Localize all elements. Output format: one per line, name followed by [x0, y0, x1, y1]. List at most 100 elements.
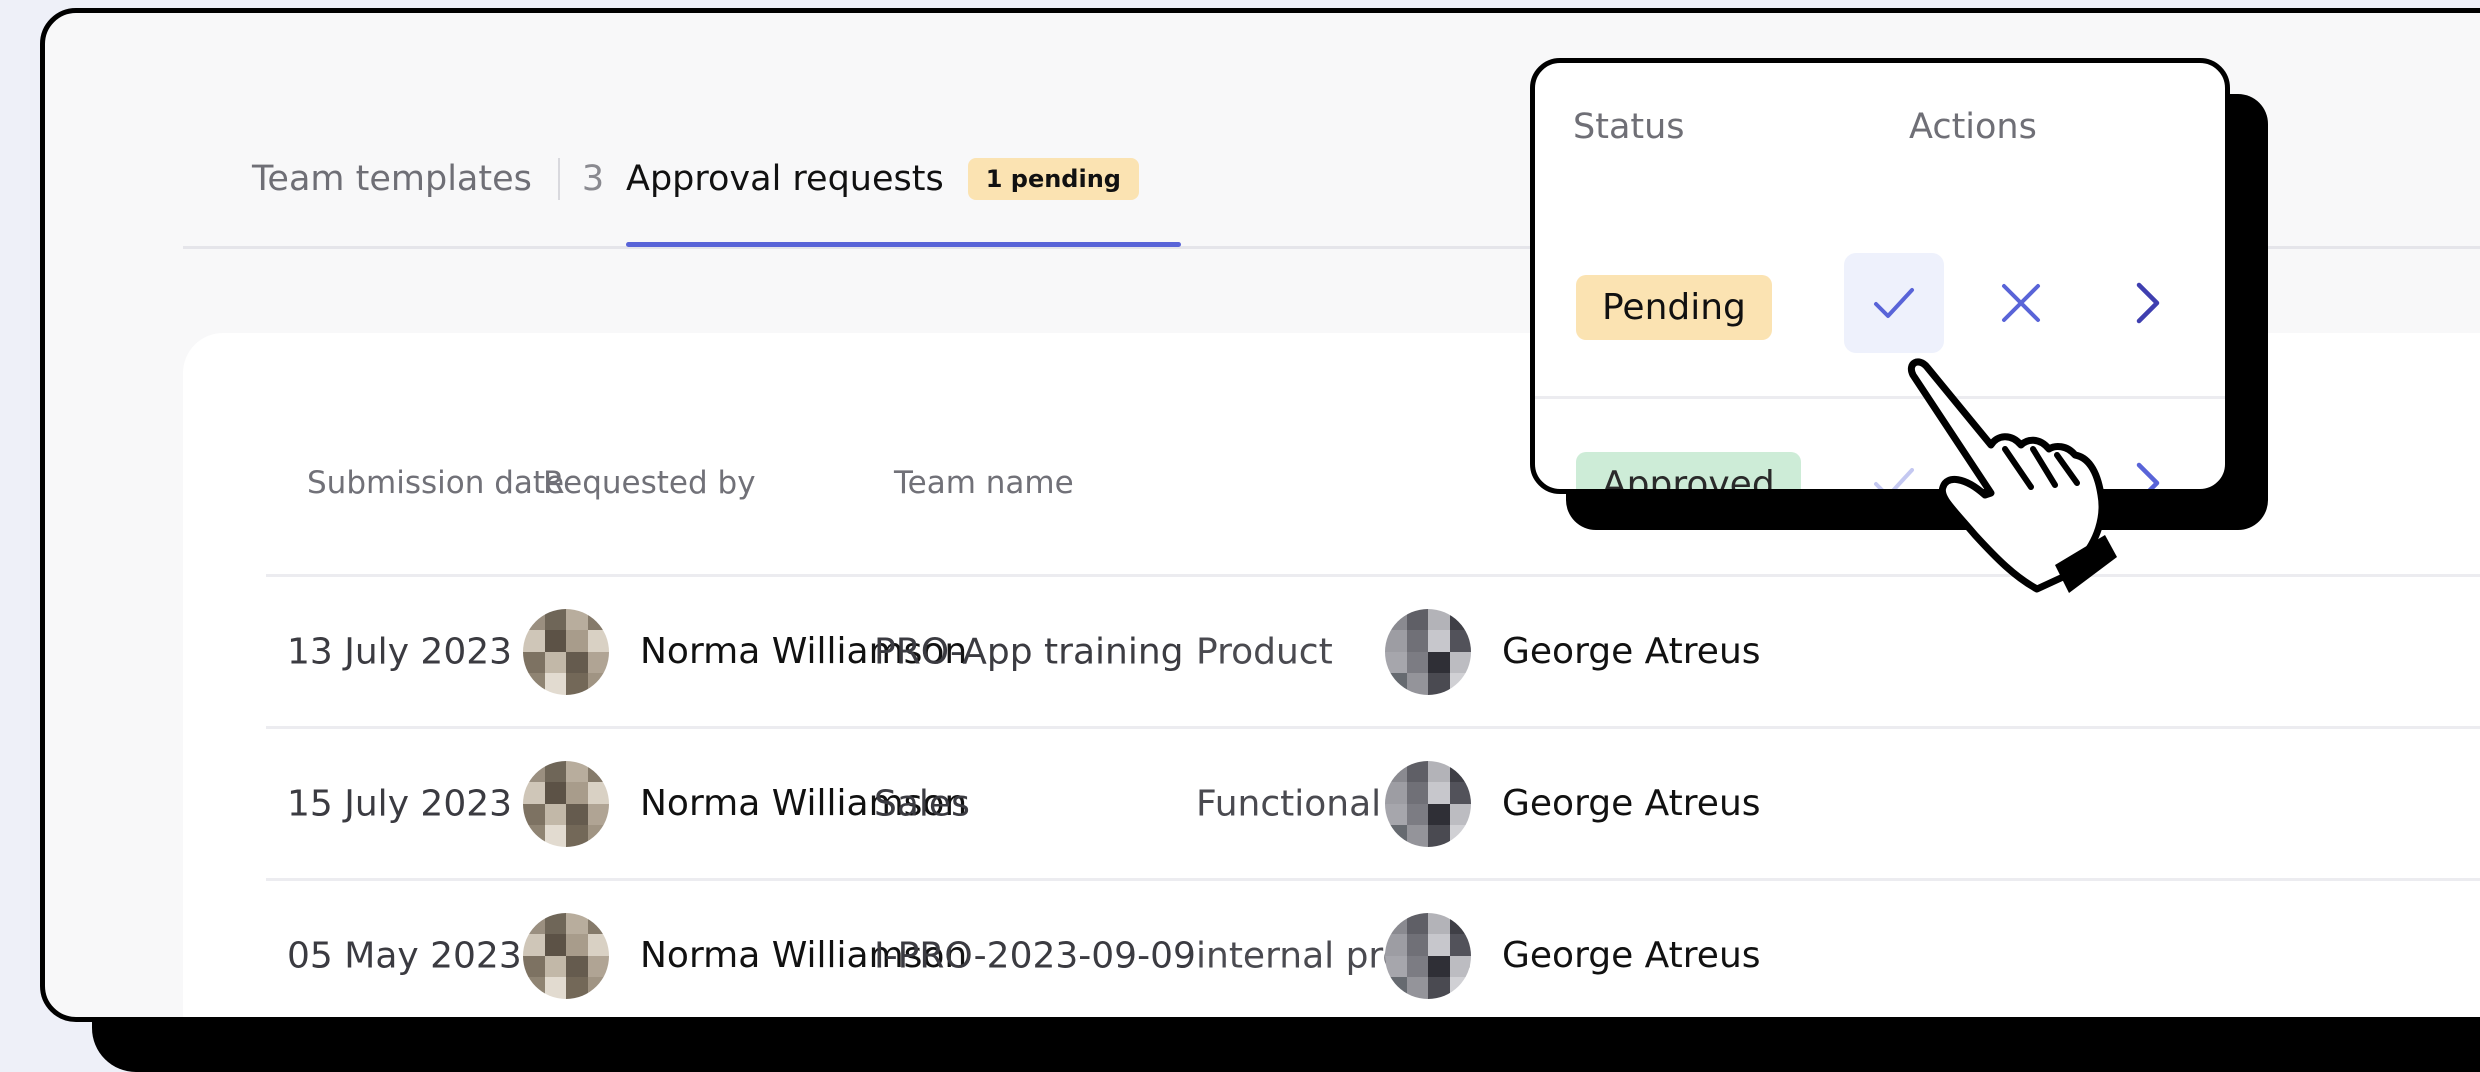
- avatar-pixel: [544, 955, 566, 977]
- avatar-pixel: [1428, 955, 1450, 977]
- avatar-pixel: [1449, 608, 1471, 630]
- avatar-pixel: [1385, 803, 1407, 825]
- avatar-pixel: [1428, 608, 1450, 630]
- avatar-pixel: [587, 630, 609, 652]
- avatar-pixel: [1428, 651, 1450, 673]
- avatar-pixel: [523, 630, 545, 652]
- avatar-pixel: [523, 912, 545, 934]
- avatar-pixel: [566, 825, 588, 847]
- column-header-submission-date[interactable]: Submission date: [307, 465, 564, 501]
- avatar-pixel: [1428, 803, 1450, 825]
- status-badge-approved: Approved: [1576, 452, 1801, 489]
- avatar-pixel: [1406, 608, 1428, 630]
- column-header-team-name[interactable]: Team name: [894, 465, 1074, 501]
- avatar-pixel: [1385, 630, 1407, 652]
- avatar-pixel: [1406, 803, 1428, 825]
- avatar-pixel: [1449, 651, 1471, 673]
- avatar-pixel: [587, 955, 609, 977]
- submission-date: 05 May 2023: [287, 935, 522, 976]
- avatar-pixel: [1406, 630, 1428, 652]
- avatar-pixel: [587, 673, 609, 695]
- avatar-pixel: [587, 782, 609, 804]
- avatar-pixel: [523, 760, 545, 782]
- avatar-pixel: [523, 825, 545, 847]
- avatar-pixel: [587, 608, 609, 630]
- avatar-pixel: [1449, 934, 1471, 956]
- avatar-pixel: [544, 608, 566, 630]
- avatar-pixel: [523, 782, 545, 804]
- team-name: Sales: [874, 783, 970, 824]
- team-name: I-PRO-2023-09-09: [874, 935, 1196, 976]
- avatar-pixel: [566, 803, 588, 825]
- avatar-pixel: [1385, 673, 1407, 695]
- avatar-pixel: [523, 934, 545, 956]
- table-row[interactable]: 15 July 2023 Norma Williamson Sales Func…: [266, 726, 2480, 878]
- avatar-pixel: [1449, 912, 1471, 934]
- avatar-pixel: [566, 760, 588, 782]
- avatar-pixel: [544, 934, 566, 956]
- avatar-pixel: [1385, 782, 1407, 804]
- avatar-pixel: [1385, 825, 1407, 847]
- avatar-pixel: [544, 760, 566, 782]
- active-tab-indicator: [626, 242, 1181, 247]
- avatar-pixel: [566, 934, 588, 956]
- team-name: PRO-App training: [874, 631, 1184, 672]
- check-icon: [1874, 288, 1914, 318]
- open-request-button[interactable]: [2098, 253, 2198, 353]
- avatar-pixel: [1428, 673, 1450, 695]
- tab-approval-requests[interactable]: Approval requests 1 pending: [626, 149, 1139, 209]
- status-badge-pending: Pending: [1576, 275, 1772, 340]
- avatar-pixel: [566, 673, 588, 695]
- approve-button[interactable]: [1844, 253, 1944, 353]
- hand-pointer-icon: [1908, 358, 2117, 593]
- avatar-pixel: [1449, 803, 1471, 825]
- avatar-pixel: [1385, 651, 1407, 673]
- avatar: [523, 912, 609, 999]
- tab-team-templates[interactable]: Team templates 3: [252, 149, 604, 209]
- tab-label: Approval requests: [626, 159, 944, 199]
- avatar-pixel: [587, 912, 609, 934]
- avatar: [1385, 608, 1471, 695]
- avatar-pixel: [1449, 760, 1471, 782]
- avatar-pixel: [1385, 977, 1407, 999]
- avatar-pixel: [523, 608, 545, 630]
- table-row[interactable]: 05 May 2023 Norma Williamson I-PRO-2023-…: [266, 878, 2480, 1017]
- avatar-pixel: [587, 651, 609, 673]
- owner-name: George Atreus: [1502, 783, 1761, 824]
- avatar-pixel: [587, 977, 609, 999]
- avatar-pixel: [1428, 934, 1450, 956]
- avatar-pixel: [1385, 934, 1407, 956]
- avatar-pixel: [566, 630, 588, 652]
- avatar-pixel: [523, 673, 545, 695]
- avatar-pixel: [544, 782, 566, 804]
- avatar-pixel: [1406, 673, 1428, 695]
- avatar-pixel: [1385, 912, 1407, 934]
- avatar-pixel: [1449, 673, 1471, 695]
- avatar-pixel: [1428, 977, 1450, 999]
- avatar-pixel: [523, 651, 545, 673]
- avatar: [523, 760, 609, 847]
- team-type: Functional: [1196, 783, 1382, 824]
- avatar-pixel: [523, 955, 545, 977]
- close-icon: [2002, 284, 2040, 322]
- column-header-requested-by[interactable]: Requested by: [543, 465, 756, 501]
- avatar-pixel: [544, 977, 566, 999]
- owner-name: George Atreus: [1502, 935, 1761, 976]
- avatar-pixel: [544, 803, 566, 825]
- avatar-pixel: [566, 977, 588, 999]
- tab-count: 3: [581, 159, 605, 199]
- status-header: Status: [1573, 107, 1685, 147]
- avatar-pixel: [1449, 630, 1471, 652]
- submission-date: 13 July 2023: [287, 631, 513, 672]
- reject-button[interactable]: [1971, 253, 2071, 353]
- avatar: [523, 608, 609, 695]
- avatar-pixel: [544, 630, 566, 652]
- avatar-pixel: [1428, 760, 1450, 782]
- avatar-pixel: [566, 912, 588, 934]
- avatar-pixel: [1428, 630, 1450, 652]
- tab-label: Team templates: [252, 159, 532, 199]
- avatar-pixel: [523, 803, 545, 825]
- avatar-pixel: [1449, 825, 1471, 847]
- avatar-pixel: [566, 782, 588, 804]
- avatar-pixel: [1385, 608, 1407, 630]
